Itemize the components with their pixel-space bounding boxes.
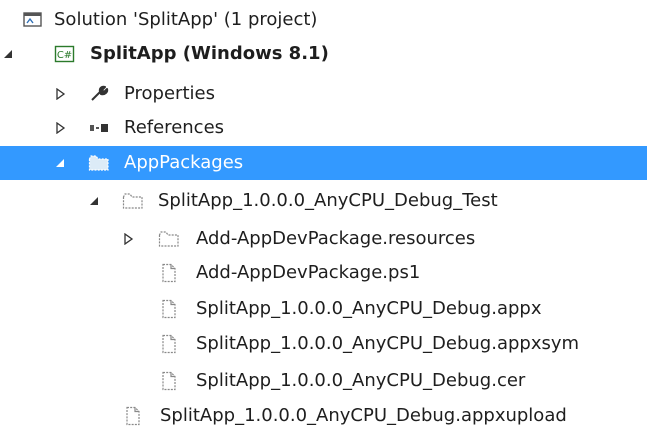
folder-icon [158,229,180,249]
tree-item-label: Add-AppDevPackage.resources [196,228,476,249]
tree-item-ps1-file[interactable]: Add-AppDevPackage.ps1 [0,256,647,290]
solution-icon [22,10,44,30]
tree-item-project[interactable]: C# SplitApp (Windows 8.1) [0,37,647,71]
solution-explorer-tree: Solution 'SplitApp' (1 project) C# Split… [0,0,647,436]
tree-item-label: SplitApp_1.0.0.0_AnyCPU_Debug.appxsym [196,333,580,354]
folder-icon [88,153,110,173]
tree-item-label: Add-AppDevPackage.ps1 [196,262,421,283]
collapsed-arrow-icon[interactable] [52,111,68,145]
file-icon [158,299,180,319]
svg-text:C#: C# [57,50,72,61]
tree-item-label: SplitApp_1.0.0.0_AnyCPU_Debug.cer [196,370,526,391]
tree-item-label: SplitApp_1.0.0.0_AnyCPU_Debug_Test [158,190,498,211]
csharp-project-icon: C# [54,44,76,64]
file-icon [158,371,180,391]
tree-item-properties[interactable]: Properties [0,77,647,111]
wrench-icon [88,84,110,104]
expanded-arrow-icon[interactable] [0,37,16,71]
tree-item-label: AppPackages [124,152,244,173]
folder-icon [122,191,144,211]
file-icon [158,263,180,283]
collapsed-arrow-icon[interactable] [52,77,68,111]
file-icon [158,334,180,354]
tree-item-label: Solution 'SplitApp' (1 project) [54,9,318,30]
tree-item-label: References [124,117,225,138]
tree-item-label: SplitApp_1.0.0.0_AnyCPU_Debug.appx [196,298,542,319]
tree-item-apppackages[interactable]: AppPackages [0,146,647,180]
expanded-arrow-icon[interactable] [52,146,68,180]
file-icon [122,406,144,426]
tree-item-solution[interactable]: Solution 'SplitApp' (1 project) [0,3,647,37]
tree-item-label: SplitApp (Windows 8.1) [90,43,329,64]
tree-item-appxsym-file[interactable]: SplitApp_1.0.0.0_AnyCPU_Debug.appxsym [0,327,647,361]
tree-item-debug-test-folder[interactable]: SplitApp_1.0.0.0_AnyCPU_Debug_Test [0,184,647,218]
tree-item-appxupload-file[interactable]: SplitApp_1.0.0.0_AnyCPU_Debug.appxupload [0,399,647,433]
tree-item-resources-folder[interactable]: Add-AppDevPackage.resources [0,222,647,256]
expanded-arrow-icon[interactable] [86,184,102,218]
tree-item-cer-file[interactable]: SplitApp_1.0.0.0_AnyCPU_Debug.cer [0,364,647,398]
tree-item-label: Properties [124,83,215,104]
collapsed-arrow-icon[interactable] [120,222,136,256]
references-icon [88,118,110,138]
tree-item-label: SplitApp_1.0.0.0_AnyCPU_Debug.appxupload [160,405,567,426]
tree-item-appx-file[interactable]: SplitApp_1.0.0.0_AnyCPU_Debug.appx [0,292,647,326]
tree-item-references[interactable]: References [0,111,647,145]
